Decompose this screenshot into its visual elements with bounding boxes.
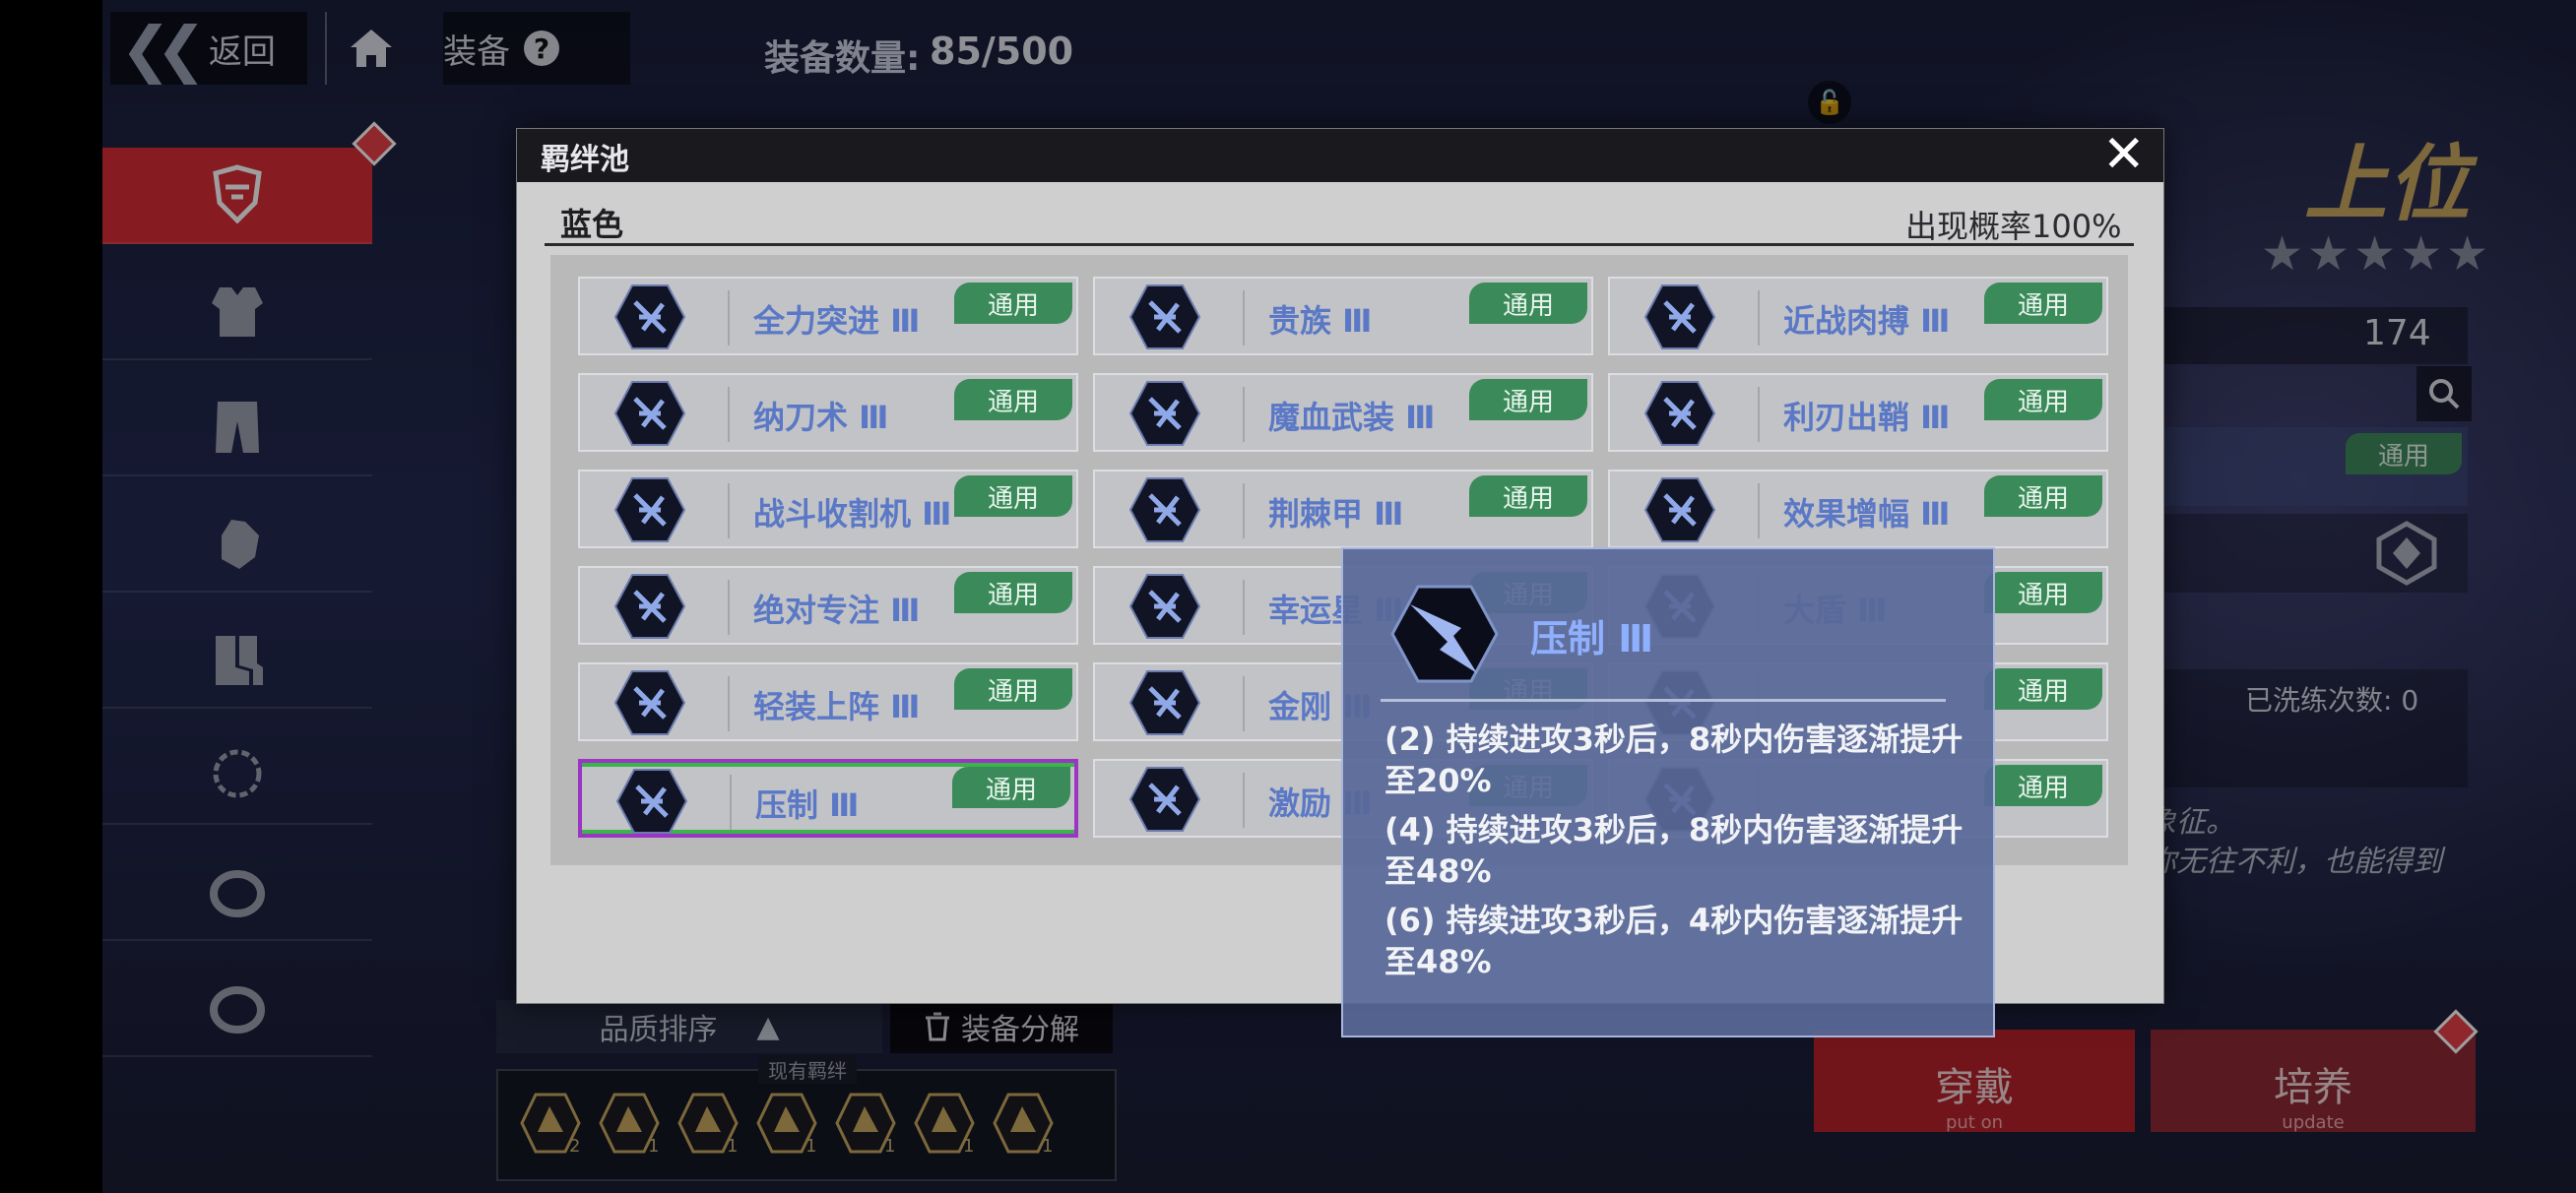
bond-card[interactable]: 利刃出鞘 Ⅲ 通用	[1608, 373, 2108, 452]
dash-icon	[613, 284, 686, 349]
generic-badge: 通用	[1469, 283, 1587, 324]
generic-badge: 通用	[954, 668, 1072, 710]
card-divider	[1758, 483, 1760, 538]
sheath-icon	[613, 381, 686, 446]
bond-detail-tooltip: 压制 Ⅲ (2) 持续进攻3秒后，8秒内伤害逐渐提升至20% (4) 持续进攻3…	[1341, 547, 1995, 1037]
generic-badge: 通用	[1984, 379, 2102, 420]
fist-icon	[1643, 284, 1716, 349]
bond-name: 荆棘甲 Ⅲ	[1268, 495, 1404, 533]
crown-icon	[1128, 284, 1201, 349]
focus-icon	[613, 574, 686, 639]
bond-name: 近战肉搏 Ⅲ	[1783, 302, 1951, 340]
tooltip-title: 压制 Ⅲ	[1530, 617, 1654, 660]
bond-card[interactable]: 效果增幅 Ⅲ 通用	[1608, 470, 2108, 548]
thorn-icon	[1128, 477, 1201, 542]
card-divider	[1758, 387, 1760, 442]
bond-card[interactable]: 近战肉搏 Ⅲ 通用	[1608, 277, 2108, 355]
generic-badge: 通用	[1984, 475, 2102, 517]
bond-name: 绝对专注 Ⅲ	[753, 592, 921, 629]
card-divider	[728, 290, 730, 345]
figure-icon	[1128, 670, 1201, 735]
blade-icon	[1643, 381, 1716, 446]
tooltip-divider	[1381, 699, 1946, 702]
tooltip-effect-line: (2) 持续进攻3秒后，8秒内伤害逐渐提升至20%	[1385, 721, 1964, 799]
bond-name: 利刃出鞘 Ⅲ	[1783, 399, 1951, 436]
saw-icon	[613, 477, 686, 542]
generic-badge: 通用	[954, 283, 1072, 324]
generic-badge: 通用	[1984, 283, 2102, 324]
generic-badge: 通用	[1984, 765, 2102, 806]
card-divider	[728, 676, 730, 731]
card-divider	[1243, 676, 1245, 731]
card-divider	[1243, 387, 1245, 442]
card-divider	[730, 775, 732, 830]
close-button[interactable]: ✕	[2102, 129, 2146, 180]
bond-card[interactable]: 全力突进 Ⅲ 通用	[578, 277, 1078, 355]
tooltip-effect-line: (6) 持续进攻3秒后，4秒内伤害逐渐提升至48%	[1385, 902, 1964, 980]
card-divider	[728, 580, 730, 635]
bond-name: 魔血武装 Ⅲ	[1268, 399, 1436, 436]
boot-icon	[613, 670, 686, 735]
bond-card[interactable]: 贵族 Ⅲ 通用	[1093, 277, 1593, 355]
card-divider	[728, 387, 730, 442]
bond-name: 轻装上阵 Ⅲ	[753, 688, 921, 725]
star-icon	[1128, 574, 1201, 639]
amplify-icon	[1643, 477, 1716, 542]
bond-name: 战斗收割机 Ⅲ	[753, 495, 952, 533]
generic-badge: 通用	[952, 767, 1070, 808]
card-divider	[1243, 483, 1245, 538]
bond-card[interactable]: 绝对专注 Ⅲ 通用	[578, 566, 1078, 645]
bond-card[interactable]: 压制 Ⅲ 通用	[578, 759, 1078, 838]
rarity-section-title: 蓝色	[560, 206, 624, 243]
generic-badge: 通用	[1984, 668, 2102, 710]
bond-card[interactable]: 轻装上阵 Ⅲ 通用	[578, 662, 1078, 741]
generic-badge: 通用	[1984, 572, 2102, 613]
generic-badge: 通用	[1469, 379, 1587, 420]
bond-card[interactable]: 荆棘甲 Ⅲ 通用	[1093, 470, 1593, 548]
card-divider	[1243, 290, 1245, 345]
bond-name: 压制 Ⅲ	[755, 786, 860, 824]
bond-name: 纳刀术 Ⅲ	[753, 399, 889, 436]
medal-icon	[1128, 767, 1201, 832]
suppress-icon	[1390, 585, 1499, 683]
blood-icon	[1128, 381, 1201, 446]
appearance-rate: 出现概率100%	[1905, 208, 2122, 245]
bond-card[interactable]: 魔血武装 Ⅲ 通用	[1093, 373, 1593, 452]
card-divider	[1243, 773, 1245, 828]
bond-card[interactable]: 纳刀术 Ⅲ 通用	[578, 373, 1078, 452]
section-divider	[545, 243, 2134, 246]
card-divider	[728, 483, 730, 538]
bond-name: 全力突进 Ⅲ	[753, 302, 921, 340]
modal-title: 羁绊池	[541, 143, 629, 177]
close-icon: ✕	[2102, 125, 2146, 184]
card-divider	[1758, 290, 1760, 345]
generic-badge: 通用	[1469, 475, 1587, 517]
bond-card[interactable]: 战斗收割机 Ⅲ 通用	[578, 470, 1078, 548]
card-divider	[1243, 580, 1245, 635]
bond-name: 效果增幅 Ⅲ	[1783, 495, 1951, 533]
generic-badge: 通用	[954, 379, 1072, 420]
modal-header	[517, 129, 2163, 182]
suppress-icon	[615, 769, 688, 834]
tooltip-effect-line: (4) 持续进攻3秒后，8秒内伤害逐渐提升至48%	[1385, 811, 1964, 890]
generic-badge: 通用	[954, 572, 1072, 613]
generic-badge: 通用	[954, 475, 1072, 517]
bond-name: 贵族 Ⅲ	[1268, 302, 1373, 340]
